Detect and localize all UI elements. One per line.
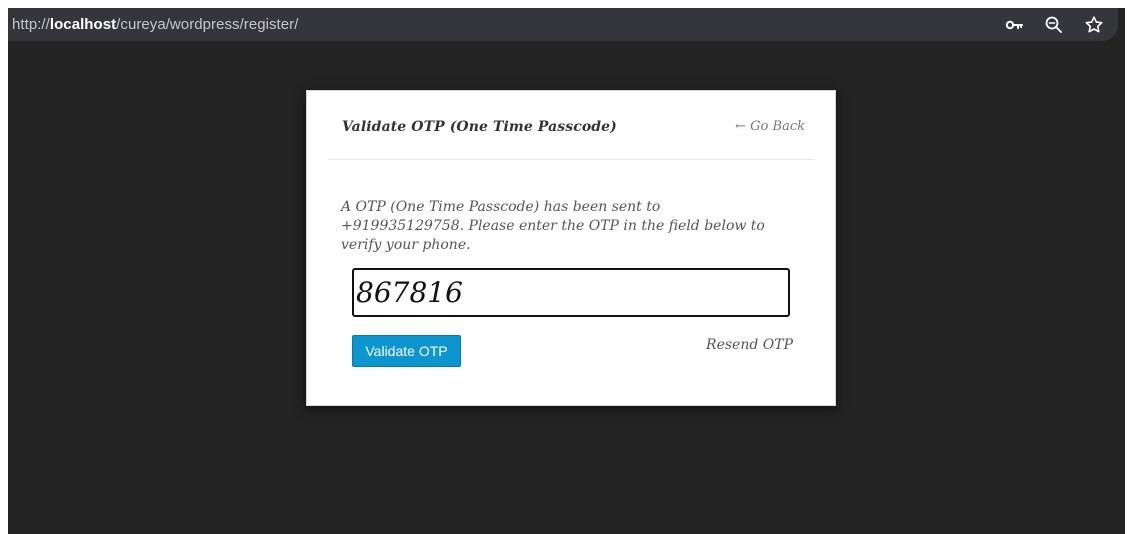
zoom-icon[interactable] <box>1041 12 1066 37</box>
star-icon[interactable] <box>1081 12 1106 37</box>
otp-input[interactable] <box>352 268 790 317</box>
browser-toolbar-icons <box>1001 8 1106 41</box>
dialog-title: Validate OTP (One Time Passcode) <box>342 119 617 135</box>
resend-otp-link[interactable]: Resend OTP <box>706 337 793 353</box>
address-bar[interactable]: http://localhost/cureya/wordpress/regist… <box>8 8 1118 41</box>
url-text[interactable]: http://localhost/cureya/wordpress/regist… <box>12 8 298 41</box>
otp-validation-dialog: Validate OTP (One Time Passcode) ← Go Ba… <box>306 90 836 406</box>
header-divider <box>328 159 815 160</box>
browser-window: http://localhost/cureya/wordpress/regist… <box>8 8 1125 534</box>
go-back-link[interactable]: ← Go Back <box>735 119 805 134</box>
key-icon[interactable] <box>1001 12 1026 37</box>
url-path: /cureya/wordpress/register/ <box>116 16 299 33</box>
otp-instructions: A OTP (One Time Passcode) has been sent … <box>341 199 765 253</box>
url-host: localhost <box>49 16 117 33</box>
validate-otp-button[interactable]: Validate OTP <box>352 335 461 367</box>
url-prefix: http:// <box>12 16 50 33</box>
